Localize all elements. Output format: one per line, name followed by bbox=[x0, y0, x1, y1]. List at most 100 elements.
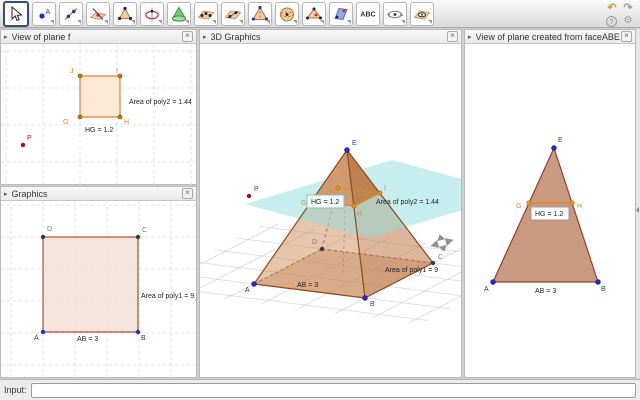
point-g[interactable] bbox=[527, 201, 531, 205]
ab-measure-label: AB = 3 bbox=[535, 288, 556, 295]
point-label-d: D bbox=[312, 239, 317, 246]
svg-text:ABC: ABC bbox=[360, 11, 375, 18]
point-label-g: G bbox=[63, 119, 68, 126]
input-label: Input: bbox=[4, 385, 27, 395]
plane-abe-canvas[interactable]: G H HG = 1.2 E A B AB = 3 bbox=[465, 44, 635, 378]
point-a[interactable] bbox=[491, 280, 496, 285]
point-label-g: G bbox=[301, 200, 306, 207]
toolbar: A bbox=[0, 0, 640, 28]
tool-plane-through-points[interactable] bbox=[194, 2, 218, 26]
tool-intersect-surfaces[interactable] bbox=[167, 2, 191, 26]
help-icon[interactable]: ? bbox=[606, 16, 617, 27]
point-label-a: A bbox=[484, 286, 489, 293]
pyramid-icon bbox=[251, 5, 269, 23]
settings-gear-icon[interactable]: ⚙ bbox=[621, 15, 635, 27]
tool-plane[interactable] bbox=[221, 2, 245, 26]
polygon-icon bbox=[116, 5, 134, 23]
point-label-h: H bbox=[357, 211, 362, 218]
point-e[interactable] bbox=[552, 146, 557, 151]
tool-line[interactable] bbox=[59, 2, 83, 26]
point-label-i: I bbox=[384, 185, 386, 192]
poly1-square[interactable] bbox=[43, 237, 138, 332]
sphere-icon bbox=[278, 5, 296, 23]
graphics-canvas[interactable]: D C A B AB = 3 Area of poly1 = 9 bbox=[1, 201, 196, 378]
tool-polygon[interactable] bbox=[113, 2, 137, 26]
point-label-d: D bbox=[47, 226, 52, 233]
geogebra-window: A bbox=[0, 0, 640, 400]
close-icon[interactable]: × bbox=[447, 31, 458, 42]
tool-net[interactable] bbox=[302, 2, 326, 26]
point-c[interactable] bbox=[431, 261, 435, 265]
point-label-c: C bbox=[438, 254, 443, 261]
panel-collapse-strip[interactable] bbox=[636, 29, 640, 378]
point-icon: A bbox=[35, 5, 53, 23]
tool-intersect[interactable] bbox=[86, 2, 110, 26]
expander-icon[interactable]: ▸ bbox=[203, 33, 207, 41]
point-p[interactable] bbox=[247, 194, 251, 198]
reflect-icon bbox=[332, 5, 350, 23]
hg-measure-label: HG = 1.2 bbox=[85, 127, 113, 134]
expander-icon[interactable]: ▸ bbox=[4, 190, 8, 198]
area-poly2-label: Area of poly2 = 1.44 bbox=[129, 99, 192, 106]
plane-f-canvas[interactable]: J I G H HG = 1.2 Area of poly2 = 1.44 P bbox=[1, 44, 196, 185]
panel-view-of-plane-faceabe: ▸ View of plane created from faceABE × G… bbox=[464, 29, 636, 378]
point-label-b: B bbox=[601, 286, 606, 293]
point-b[interactable] bbox=[136, 330, 140, 334]
tool-reflect[interactable] bbox=[329, 2, 353, 26]
tool-pyramid[interactable] bbox=[248, 2, 272, 26]
rotate-3d-icon bbox=[386, 5, 404, 23]
point-label-i: I bbox=[116, 68, 118, 75]
point-d[interactable] bbox=[320, 247, 324, 251]
tool-point[interactable]: A bbox=[32, 2, 56, 26]
input-bar: Input: bbox=[0, 379, 640, 400]
tool-view-in-front[interactable] bbox=[410, 2, 434, 26]
ab-measure-label: AB = 3 bbox=[297, 282, 318, 289]
expander-icon[interactable]: ▸ bbox=[468, 33, 472, 41]
point-label-c: C bbox=[142, 227, 147, 234]
area-poly2-label: Area of poly2 = 1.44 bbox=[376, 199, 439, 206]
close-icon[interactable]: × bbox=[182, 31, 193, 42]
plane-abe-header[interactable]: ▸ View of plane created from faceABE × bbox=[465, 30, 635, 44]
net-icon bbox=[305, 5, 323, 23]
close-icon[interactable]: × bbox=[182, 188, 193, 199]
tool-text[interactable]: ABC bbox=[356, 2, 380, 26]
point-b[interactable] bbox=[363, 296, 368, 301]
input-field[interactable] bbox=[31, 383, 636, 398]
point-label-h: H bbox=[124, 119, 129, 126]
redo-icon[interactable]: ↷ bbox=[621, 2, 635, 14]
toolbar-right-controls: ↶ ↷ ? ⚙ bbox=[605, 2, 637, 26]
point-c[interactable] bbox=[136, 235, 140, 239]
move-cursor-icon bbox=[7, 5, 25, 23]
panel-view-of-plane-f: ▸ View of plane f × J I G H HG = 1.2 Are… bbox=[0, 29, 197, 185]
graphics-header[interactable]: ▸ Graphics × bbox=[1, 187, 196, 201]
panel-title: Graphics bbox=[12, 189, 182, 199]
plane-icon bbox=[224, 5, 242, 23]
circle-axis-icon bbox=[143, 5, 161, 23]
point-h[interactable] bbox=[570, 201, 574, 205]
poly2-square[interactable] bbox=[80, 76, 120, 117]
g3d-canvas[interactable]: HG = 1.2 Area of poly2 = 1.44 Area of po… bbox=[200, 44, 461, 378]
undo-icon[interactable]: ↶ bbox=[605, 2, 619, 14]
point-d[interactable] bbox=[41, 235, 45, 239]
tool-sphere[interactable] bbox=[275, 2, 299, 26]
close-icon[interactable]: × bbox=[621, 31, 632, 42]
expander-icon[interactable]: ▸ bbox=[4, 33, 8, 41]
point-p[interactable] bbox=[21, 143, 25, 147]
plane-f-header[interactable]: ▸ View of plane f × bbox=[1, 30, 196, 44]
tool-move[interactable] bbox=[3, 1, 29, 27]
point-label-j: J bbox=[70, 68, 74, 75]
point-e[interactable] bbox=[345, 148, 350, 153]
tool-rotate-view[interactable] bbox=[383, 2, 407, 26]
panel-title: 3D Graphics bbox=[211, 32, 447, 42]
point-label-a: A bbox=[245, 287, 250, 294]
point-label-b: B bbox=[141, 335, 146, 342]
point-a[interactable] bbox=[252, 282, 257, 287]
point-b[interactable] bbox=[596, 280, 601, 285]
g3d-header[interactable]: ▸ 3D Graphics × bbox=[200, 30, 461, 44]
rotate-axes-icon[interactable] bbox=[428, 231, 456, 255]
point-a[interactable] bbox=[41, 330, 45, 334]
point-label-e: E bbox=[558, 137, 563, 144]
point-label-p: P bbox=[254, 186, 259, 193]
tool-circle-axis[interactable] bbox=[140, 2, 164, 26]
panel-graphics: ▸ Graphics × D C A B AB = 3 Area of pol bbox=[0, 186, 197, 378]
